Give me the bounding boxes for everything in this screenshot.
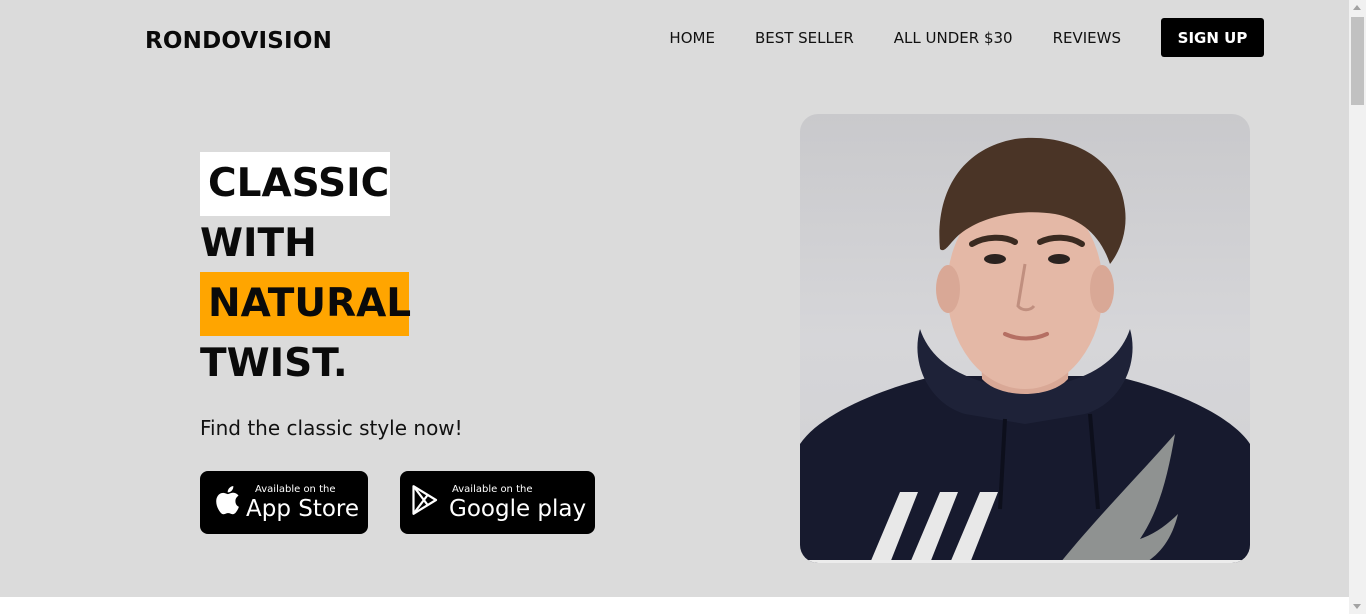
apple-icon [214,484,240,520]
scroll-down-arrow-icon[interactable] [1353,604,1361,609]
nav-best-seller[interactable]: BEST SELLER [755,29,854,47]
headline-natural: NATURAL [200,272,411,336]
hero-model-image [800,114,1250,563]
nav-home[interactable]: HOME [669,29,715,47]
main-nav: HOME BEST SELLER ALL UNDER $30 REVIEWS S… [669,18,1264,57]
app-store-caption: Available on the [255,484,336,495]
sign-up-button[interactable]: SIGN UP [1161,18,1264,57]
hero-tagline: Find the classic style now! [200,416,463,440]
scroll-thumb[interactable] [1351,17,1364,105]
brand-logo[interactable]: RONDOVISION [145,28,332,54]
headline-twist: TWIST. [200,341,348,386]
google-play-button[interactable]: Available on the Google play [400,471,595,534]
app-store-label: App Store [246,496,360,522]
app-store-button[interactable]: Available on the App Store [200,471,368,534]
headline-classic: CLASSIC [200,152,390,216]
page: RONDOVISION HOME BEST SELLER ALL UNDER $… [0,0,1349,597]
google-play-caption: Available on the [452,484,533,495]
nav-reviews[interactable]: REVIEWS [1053,29,1121,47]
google-play-label: Google play [449,496,587,522]
scroll-up-arrow-icon[interactable] [1353,5,1361,10]
nav-all-under-30[interactable]: ALL UNDER $30 [894,29,1013,47]
page-scrollbar[interactable] [1349,0,1366,614]
google-play-icon [411,484,439,520]
headline-with: WITH [200,221,317,266]
